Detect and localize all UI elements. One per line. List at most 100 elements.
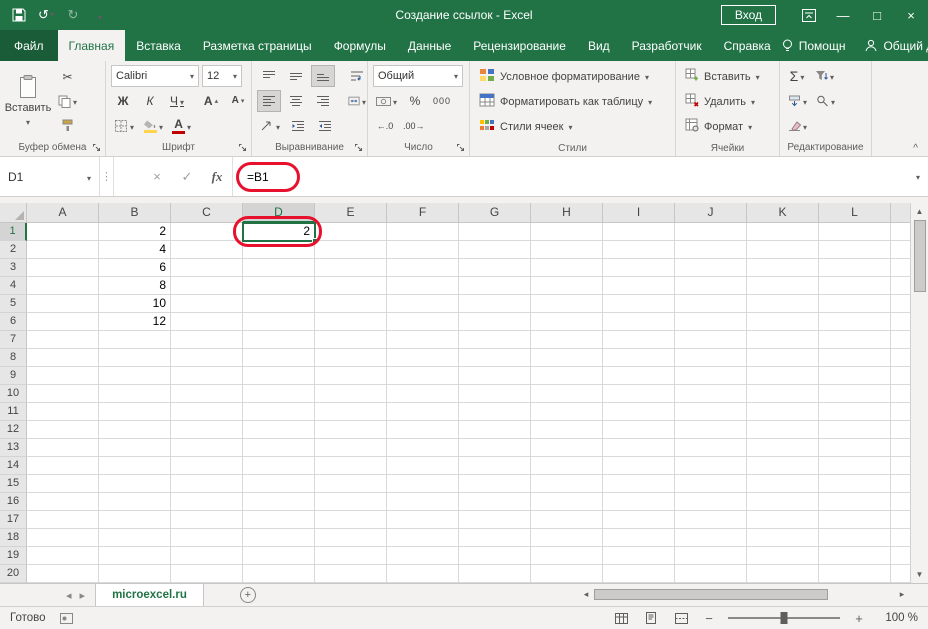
cell-A4[interactable] — [27, 277, 99, 295]
cell-L13[interactable] — [819, 439, 891, 457]
ribbon-tab-developer[interactable]: Разработчик — [621, 30, 713, 61]
cell-D12[interactable] — [243, 421, 315, 439]
decrease-decimal-button[interactable]: .00→ — [400, 115, 428, 137]
cell-C18[interactable] — [171, 529, 243, 547]
cell-I1[interactable] — [603, 223, 675, 241]
cell-E11[interactable] — [315, 403, 387, 421]
clipboard-dialog-launcher[interactable] — [92, 143, 102, 153]
cell-F5[interactable] — [387, 295, 459, 313]
cell-L6[interactable] — [819, 313, 891, 331]
font-size-combo[interactable]: 12 — [202, 65, 242, 87]
cell-F6[interactable] — [387, 313, 459, 331]
ribbon-tab-data[interactable]: Данные — [397, 30, 462, 61]
cell-A2[interactable] — [27, 241, 99, 259]
cell-K5[interactable] — [747, 295, 819, 313]
cell-F3[interactable] — [387, 259, 459, 277]
cell-H10[interactable] — [531, 385, 603, 403]
cell-D9[interactable] — [243, 367, 315, 385]
row-header-9[interactable]: 9 — [0, 367, 27, 385]
cancel-button[interactable]: × — [142, 157, 172, 196]
cell-L18[interactable] — [819, 529, 891, 547]
column-header-H[interactable]: H — [531, 203, 603, 223]
cell-G4[interactable] — [459, 277, 531, 295]
cell-B19[interactable] — [99, 547, 171, 565]
row-header-2[interactable]: 2 — [0, 241, 27, 259]
cell-H20[interactable] — [531, 565, 603, 583]
row-header-17[interactable]: 17 — [0, 511, 27, 529]
cell-E17[interactable] — [315, 511, 387, 529]
align-center-button[interactable] — [284, 90, 308, 112]
cell-D7[interactable] — [243, 331, 315, 349]
cell-J15[interactable] — [675, 475, 747, 493]
cut-button[interactable]: ✂ — [55, 66, 80, 88]
cell-L14[interactable] — [819, 457, 891, 475]
cell-E2[interactable] — [315, 241, 387, 259]
align-top-button[interactable] — [257, 65, 281, 87]
cell-E5[interactable] — [315, 295, 387, 313]
ribbon-tab-home[interactable]: Главная — [57, 30, 126, 61]
cell-K12[interactable] — [747, 421, 819, 439]
sort-filter-button[interactable] — [812, 65, 837, 87]
row-header-15[interactable]: 15 — [0, 475, 27, 493]
cell-G12[interactable] — [459, 421, 531, 439]
number-format-combo[interactable]: Общий — [373, 65, 463, 87]
fill-handle[interactable] — [312, 238, 318, 244]
zoom-level-label[interactable]: 100 % — [876, 612, 918, 624]
borders-button[interactable] — [111, 115, 137, 137]
number-dialog-launcher[interactable] — [456, 143, 466, 153]
cell-C8[interactable] — [171, 349, 243, 367]
cell-L10[interactable] — [819, 385, 891, 403]
cell-K8[interactable] — [747, 349, 819, 367]
cell-B15[interactable] — [99, 475, 171, 493]
cell-H5[interactable] — [531, 295, 603, 313]
cell-C20[interactable] — [171, 565, 243, 583]
cell-B17[interactable] — [99, 511, 171, 529]
decrease-font-button[interactable]: А ▾ — [226, 90, 250, 112]
cell-F18[interactable] — [387, 529, 459, 547]
align-left-button[interactable] — [257, 90, 281, 112]
sheet-tab-microexcel-ru[interactable]: microexcel.ru — [95, 584, 204, 606]
delete-cells-button[interactable]: Удалить — [681, 89, 774, 114]
cell-E3[interactable] — [315, 259, 387, 277]
cell-G1[interactable] — [459, 223, 531, 241]
cell-E9[interactable] — [315, 367, 387, 385]
cell-D19[interactable] — [243, 547, 315, 565]
orientation-button[interactable] — [257, 115, 283, 137]
cell-H17[interactable] — [531, 511, 603, 529]
font-family-combo[interactable]: Calibri — [111, 65, 199, 87]
cell-L1[interactable] — [819, 223, 891, 241]
expand-formula-bar-button[interactable] — [908, 157, 928, 196]
cell-G15[interactable] — [459, 475, 531, 493]
cell-I3[interactable] — [603, 259, 675, 277]
cell-C4[interactable] — [171, 277, 243, 295]
cell-E8[interactable] — [315, 349, 387, 367]
cell-D13[interactable] — [243, 439, 315, 457]
cell-B1[interactable]: 2 — [99, 223, 171, 241]
redo-button[interactable]: ↻ — [60, 2, 86, 28]
cell-I5[interactable] — [603, 295, 675, 313]
font-dialog-launcher[interactable] — [238, 143, 248, 153]
formula-input[interactable]: =B1 — [233, 157, 908, 196]
cell-B16[interactable] — [99, 493, 171, 511]
cell-C17[interactable] — [171, 511, 243, 529]
cell-B13[interactable] — [99, 439, 171, 457]
cell-F7[interactable] — [387, 331, 459, 349]
cell-C9[interactable] — [171, 367, 243, 385]
cell-D14[interactable] — [243, 457, 315, 475]
decrease-indent-button[interactable] — [286, 115, 310, 137]
cell-L8[interactable] — [819, 349, 891, 367]
cell-H15[interactable] — [531, 475, 603, 493]
column-header-L[interactable]: L — [819, 203, 891, 223]
cell-I13[interactable] — [603, 439, 675, 457]
cell-L11[interactable] — [819, 403, 891, 421]
cell-H11[interactable] — [531, 403, 603, 421]
underline-button[interactable]: Ч — [165, 90, 189, 112]
zoom-slider[interactable] — [728, 612, 840, 624]
cell-L3[interactable] — [819, 259, 891, 277]
row-header-7[interactable]: 7 — [0, 331, 27, 349]
cell-L20[interactable] — [819, 565, 891, 583]
cell-B18[interactable] — [99, 529, 171, 547]
row-header-20[interactable]: 20 — [0, 565, 27, 583]
cell-H7[interactable] — [531, 331, 603, 349]
cell-C14[interactable] — [171, 457, 243, 475]
